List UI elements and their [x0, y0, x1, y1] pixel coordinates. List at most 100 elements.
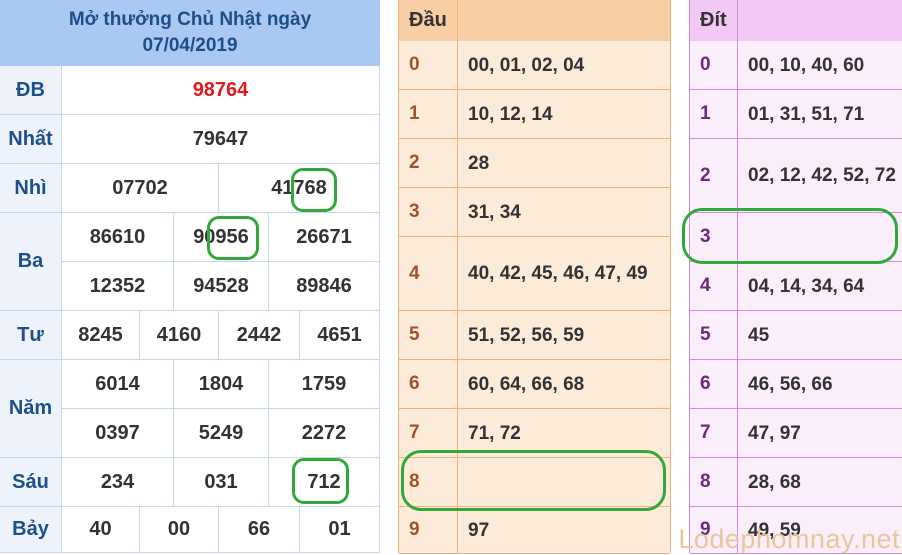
dau-row: 0 00, 01, 02, 04 [399, 41, 670, 90]
prize-bay-value: 00 [140, 507, 219, 553]
dit-value: 28, 68 [748, 471, 801, 493]
dau-key: 9 [399, 507, 458, 553]
prize-label-bay: Bảy [0, 507, 62, 553]
dit-value: 47, 97 [748, 422, 801, 444]
prize-tu-value: 4160 [140, 311, 219, 360]
prize-label-tu: Tư [0, 311, 62, 360]
results-date: 07/04/2019 [142, 35, 238, 56]
dit-key: 6 [690, 360, 738, 408]
prize-nam-value: 2272 [269, 409, 380, 458]
dau-table: Đầu 0 00, 01, 02, 04 1 10, 12, 14 2 28 3 31, 34… [398, 0, 671, 554]
dau-value [468, 458, 662, 506]
prize-nhi-value: 41768 [219, 164, 380, 213]
dit-value: 46, 56, 66 [748, 373, 833, 395]
dau-value: 60, 64, 66, 68 [468, 373, 585, 395]
prize-nam-value: 1804 [174, 360, 269, 409]
prize-label-db: ĐB [0, 66, 62, 115]
dit-value: 01, 31, 51, 71 [748, 103, 865, 125]
dit-row: 4 04, 14, 34, 64 [690, 262, 902, 311]
dau-value: 28 [468, 152, 490, 174]
dau-header-blank [458, 0, 670, 41]
dau-row: 5 51, 52, 56, 59 [399, 311, 670, 360]
prize-nhat-value: 79647 [62, 115, 380, 164]
dit-key: 0 [690, 41, 738, 89]
dau-value: 40, 42, 45, 46, 47, 49 [468, 263, 648, 284]
dau-row: 1 10, 12, 14 [399, 90, 670, 139]
prize-nam-value: 6014 [62, 360, 174, 409]
dit-key: 3 [690, 213, 738, 261]
prize-sau-value: 712 [269, 458, 380, 507]
prize-bay-value: 66 [219, 507, 300, 553]
dau-key: 0 [399, 41, 458, 89]
dit-row: 0 00, 10, 40, 60 [690, 41, 902, 90]
prize-ba-value: 26671 [269, 213, 380, 262]
dau-key: 3 [399, 188, 458, 236]
dau-key: 8 [399, 458, 458, 506]
dit-header: Đít [690, 0, 738, 41]
dau-header: Đầu [399, 0, 458, 41]
dit-table: Đít 0 00, 10, 40, 60 1 01, 31, 51, 71 2 02, 1… [682, 0, 902, 554]
prize-nam-value: 1759 [269, 360, 380, 409]
prize-ba-value: 86610 [62, 213, 174, 262]
prize-ba-value: 12352 [62, 262, 174, 311]
dau-value: 51, 52, 56, 59 [468, 324, 585, 346]
prize-nam-value: 5249 [174, 409, 269, 458]
dau-key: 2 [399, 139, 458, 187]
prize-label-ba: Ba [0, 213, 62, 311]
prize-tu-value: 8245 [62, 311, 140, 360]
dit-key: 2 [690, 139, 738, 212]
dit-row: 1 01, 31, 51, 71 [690, 90, 902, 139]
dau-key: 6 [399, 360, 458, 408]
watermark: Lodephomnay.net [678, 524, 900, 554]
dit-row: 8 28, 68 [690, 458, 902, 507]
dau-key: 5 [399, 311, 458, 359]
dau-row: 9 97 [399, 507, 670, 554]
prize-sau-value: 031 [174, 458, 269, 507]
results-header: Mở thưởng Chủ Nhật ngày 07/04/2019 [0, 0, 380, 66]
dit-value: 04, 14, 34, 64 [748, 275, 865, 297]
dau-row: 4 40, 42, 45, 46, 47, 49 [399, 237, 670, 311]
prize-label-nhi: Nhì [0, 164, 62, 213]
dit-header-blank [738, 0, 902, 41]
prize-ba-value: 89846 [269, 262, 380, 311]
dau-row: 6 60, 64, 66, 68 [399, 360, 670, 409]
dit-value: 45 [748, 324, 770, 346]
dau-row: 3 31, 34 [399, 188, 670, 237]
dau-value: 00, 01, 02, 04 [468, 54, 585, 76]
dit-key: 4 [690, 262, 738, 310]
prize-label-sau: Sáu [0, 458, 62, 507]
prize-nhi-value: 07702 [62, 164, 219, 213]
dit-key: 1 [690, 90, 738, 138]
prize-sau-value: 234 [62, 458, 174, 507]
dit-value: 02, 12, 42, 52, 72 [748, 165, 896, 186]
results-table: Mở thưởng Chủ Nhật ngày 07/04/2019 ĐB 98… [0, 0, 380, 553]
prize-nam-value: 0397 [62, 409, 174, 458]
dit-value [748, 213, 898, 261]
dit-key: 8 [690, 458, 738, 506]
dit-key: 7 [690, 409, 738, 457]
dit-key: 5 [690, 311, 738, 359]
prize-tu-value: 4651 [300, 311, 380, 360]
prize-bay-value: 01 [300, 507, 380, 553]
prize-ba-value: 90956 [174, 213, 269, 262]
prize-db-value: 98764 [62, 66, 380, 115]
prize-tu-value: 2442 [219, 311, 300, 360]
dau-row: 2 28 [399, 139, 670, 188]
dau-row: 8 [399, 458, 670, 507]
prize-label-nhat: Nhất [0, 115, 62, 164]
dau-row: 7 71, 72 [399, 409, 670, 458]
dit-row: 5 45 [690, 311, 902, 360]
prize-label-nam: Năm [0, 360, 62, 458]
results-title: Mở thưởng Chủ Nhật ngày [68, 9, 312, 30]
dau-value: 10, 12, 14 [468, 103, 553, 125]
dau-key: 7 [399, 409, 458, 457]
dau-value: 97 [468, 519, 490, 541]
dau-key: 4 [399, 237, 458, 310]
dit-row: 2 02, 12, 42, 52, 72 [690, 139, 902, 213]
dit-value: 00, 10, 40, 60 [748, 54, 865, 76]
dau-value: 31, 34 [468, 201, 521, 223]
dit-row: 7 47, 97 [690, 409, 902, 458]
prize-ba-value: 94528 [174, 262, 269, 311]
dau-value: 71, 72 [468, 422, 521, 444]
dit-row: 3 [690, 213, 902, 262]
